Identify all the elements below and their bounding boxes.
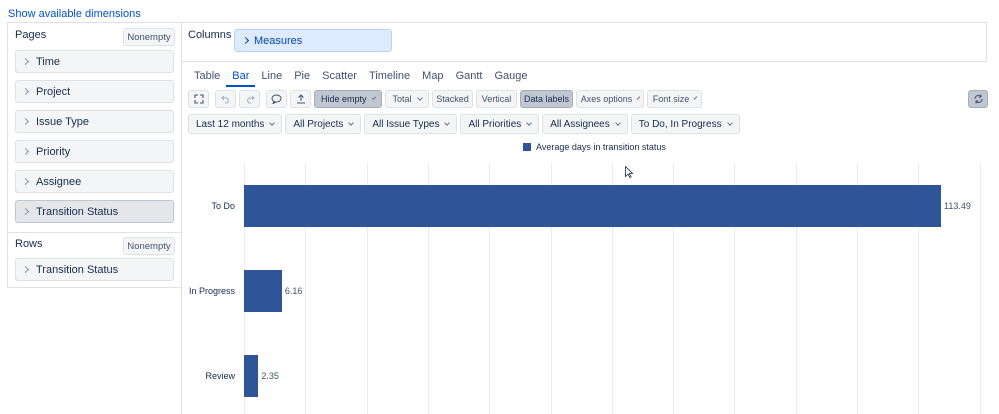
tab-gantt[interactable]: Gantt xyxy=(450,70,489,87)
total-label: Total xyxy=(392,94,412,104)
bar[interactable] xyxy=(244,270,282,312)
category-label: In Progress xyxy=(188,286,235,296)
category-label: Review xyxy=(205,371,235,381)
chevron-right-icon xyxy=(21,57,30,65)
chevron-down-icon xyxy=(726,119,733,126)
redo-icon[interactable] xyxy=(239,90,260,108)
fullscreen-icon[interactable] xyxy=(188,90,209,108)
filter-priority[interactable]: All Priorities xyxy=(460,114,540,134)
page-item-transition-status[interactable]: Transition Status xyxy=(15,200,174,223)
category-label: To Do xyxy=(211,201,235,211)
measures-label: Measures xyxy=(254,34,303,47)
chevron-down-icon xyxy=(371,95,377,100)
chevron-down-icon xyxy=(444,119,451,126)
chevron-down-icon xyxy=(526,119,533,126)
undo-icon[interactable] xyxy=(215,90,236,108)
data-label: 6.16 xyxy=(284,286,303,296)
tab-bar[interactable]: Bar xyxy=(226,70,256,87)
dimensions-panel: Pages Nonempty Time Project Issue Type P… xyxy=(7,22,182,288)
row-item-transition-status[interactable]: Transition Status xyxy=(15,258,174,281)
tab-map[interactable]: Map xyxy=(416,70,449,87)
pages-label: Pages xyxy=(15,29,47,41)
chevron-down-icon xyxy=(348,119,355,126)
show-available-dimensions-link[interactable]: Show available dimensions xyxy=(8,8,141,20)
legend-swatch xyxy=(523,143,531,151)
page-item-label: Assignee xyxy=(36,175,82,188)
filter-label: All Issue Types xyxy=(372,118,440,130)
refresh-button[interactable] xyxy=(968,90,988,108)
page-item-project[interactable]: Project xyxy=(15,80,174,103)
data-label: 2.35 xyxy=(261,371,279,381)
chevron-right-icon xyxy=(241,36,250,44)
filter-assignee[interactable]: All Assignees xyxy=(542,114,628,134)
chart-type-tabs: Table Bar Line Pie Scatter Timeline Map … xyxy=(194,70,534,87)
page-item-label: Issue Type xyxy=(36,115,89,128)
font-size-label: Font size xyxy=(652,94,690,104)
filter-label: Last 12 months xyxy=(196,118,265,130)
filter-label: All Priorities xyxy=(468,118,522,130)
filter-issue-type[interactable]: All Issue Types xyxy=(364,114,458,134)
total-button[interactable]: Total xyxy=(385,90,429,108)
chevron-down-icon xyxy=(693,95,698,100)
pages-nonempty-button[interactable]: Nonempty xyxy=(123,28,175,46)
data-label: 113.49 xyxy=(944,201,971,211)
chart-toolbar: Hide empty Total Stacked Vertical Data l… xyxy=(188,90,702,110)
tab-line[interactable]: Line xyxy=(255,70,288,87)
filter-label: All Assignees xyxy=(550,118,610,130)
filter-label: To Do, In Progress xyxy=(638,118,722,130)
hide-empty-label: Hide empty xyxy=(321,94,367,104)
filter-time[interactable]: Last 12 months xyxy=(188,114,283,134)
page-item-label: Priority xyxy=(36,145,71,158)
bar[interactable] xyxy=(244,355,259,397)
tab-table[interactable]: Table xyxy=(194,70,226,87)
legend-label: Average days in transition status xyxy=(536,142,666,152)
gridline xyxy=(979,163,981,414)
chevron-right-icon xyxy=(21,147,30,155)
chevron-right-icon xyxy=(21,177,30,185)
page-item-time[interactable]: Time xyxy=(15,50,174,73)
chevron-right-icon xyxy=(21,117,30,125)
data-labels-button[interactable]: Data labels xyxy=(520,90,573,108)
filter-project[interactable]: All Projects xyxy=(285,114,362,134)
panel-divider xyxy=(8,232,181,233)
page-item-issue-type[interactable]: Issue Type xyxy=(15,110,174,133)
filter-transition-status[interactable]: To Do, In Progress xyxy=(630,114,740,134)
rows-nonempty-button[interactable]: Nonempty xyxy=(123,237,175,255)
page-filters: Last 12 months All Projects All Issue Ty… xyxy=(188,114,740,134)
tab-pie[interactable]: Pie xyxy=(288,70,316,87)
columns-area: Columns Measures xyxy=(181,22,987,62)
chevron-down-icon xyxy=(614,119,621,126)
comment-icon[interactable] xyxy=(266,90,287,108)
chevron-right-icon xyxy=(21,207,30,215)
chevron-right-icon xyxy=(21,87,30,95)
page-item-priority[interactable]: Priority xyxy=(15,140,174,163)
page-item-label: Time xyxy=(36,55,61,68)
rows-label: Rows xyxy=(15,238,43,250)
tab-scatter[interactable]: Scatter xyxy=(316,70,363,87)
export-icon[interactable] xyxy=(290,90,311,108)
filter-label: All Projects xyxy=(293,118,344,130)
tab-gauge[interactable]: Gauge xyxy=(488,70,533,87)
row-item-label: Transition Status xyxy=(36,263,119,276)
font-size-button[interactable]: Font size xyxy=(647,90,702,108)
vertical-button[interactable]: Vertical xyxy=(476,90,517,108)
page-item-label: Transition Status xyxy=(36,205,119,218)
hide-empty-button[interactable]: Hide empty xyxy=(314,90,382,108)
page-item-label: Project xyxy=(36,85,71,98)
bar[interactable] xyxy=(244,185,941,227)
refresh-icon xyxy=(973,94,983,104)
measures-dimension[interactable]: Measures xyxy=(234,29,392,52)
chart-legend[interactable]: Average days in transition status xyxy=(523,142,666,152)
page-item-assignee[interactable]: Assignee xyxy=(15,170,174,193)
tab-timeline[interactable]: Timeline xyxy=(363,70,416,87)
stacked-button[interactable]: Stacked xyxy=(432,90,473,108)
chevron-down-icon xyxy=(636,95,641,100)
mouse-cursor-icon xyxy=(625,166,633,178)
columns-label: Columns xyxy=(188,29,232,41)
chevron-down-icon xyxy=(416,94,423,101)
axes-options-button[interactable]: Axes options xyxy=(576,90,644,108)
axes-options-label: Axes options xyxy=(580,94,633,104)
chevron-right-icon xyxy=(21,265,30,273)
chevron-down-icon xyxy=(269,119,276,126)
